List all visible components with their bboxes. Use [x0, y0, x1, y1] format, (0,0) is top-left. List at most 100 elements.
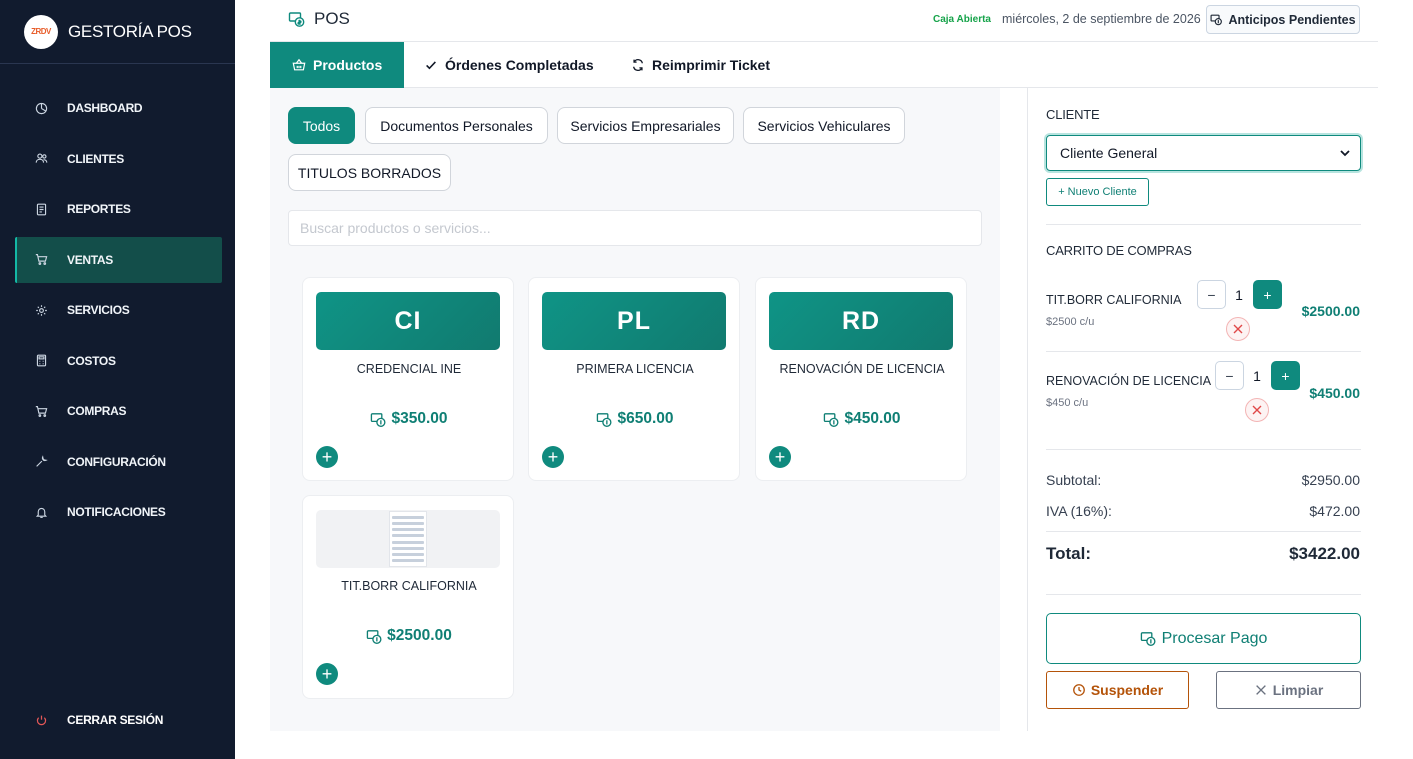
clear-button[interactable]: Limpiar [1216, 671, 1361, 709]
divider [1046, 351, 1361, 352]
sidebar-item-compras[interactable]: COMPRAS [15, 388, 222, 434]
qty-value: 1 [1253, 368, 1261, 384]
divider [1046, 449, 1361, 450]
product-price-text: $450.00 [844, 410, 901, 427]
brand-logo: ZRDV [24, 14, 58, 49]
filter-titulos-borrados[interactable]: TITULOS BORRADOS [288, 154, 451, 191]
cart-item-unit-price: $2500 c/u [1046, 316, 1095, 328]
filter-todos[interactable]: Todos [288, 107, 355, 144]
status-badge: Caja Abierta [933, 14, 991, 25]
tab-label: Reimprimir Ticket [652, 57, 771, 73]
products-pane: Todos Documentos Personales Servicios Em… [270, 88, 1000, 731]
qty-value: 1 [1235, 287, 1243, 303]
product-card[interactable]: RD RENOVACIÓN DE LICENCIA $450.00 + [755, 277, 967, 481]
brand[interactable]: ZRDV GESTORÍA POS [0, 0, 235, 64]
search-input[interactable]: Buscar productos o servicios... [288, 210, 982, 246]
client-label: CLIENTE [1046, 107, 1100, 122]
add-to-cart-button[interactable]: + [316, 663, 338, 685]
product-name: RENOVACIÓN DE LICENCIA [779, 362, 945, 376]
tab-label: Órdenes Completadas [445, 57, 594, 73]
product-code: RD [769, 292, 953, 350]
anticipos-button[interactable]: Anticipos Pendientes [1206, 5, 1360, 34]
remove-item-button[interactable] [1226, 317, 1250, 341]
cart-item-name: RENOVACIÓN DE LICENCIA [1046, 374, 1212, 388]
qty-increase-button[interactable]: + [1271, 361, 1300, 390]
sidebar-item-configuracion[interactable]: CONFIGURACIÓN [15, 439, 222, 485]
sidebar-item-servicios[interactable]: SERVICIOS [15, 287, 222, 333]
money-icon [824, 412, 839, 427]
close-icon [1252, 405, 1262, 415]
money-icon [371, 412, 386, 427]
sidebar-item-label: NOTIFICACIONES [67, 505, 166, 519]
qty-decrease-button[interactable]: − [1215, 361, 1244, 390]
sidebar-item-label: CLIENTES [67, 151, 124, 166]
logout-button[interactable]: CERRAR SESIÓN [15, 697, 222, 743]
basket-icon [292, 58, 306, 71]
add-to-cart-button[interactable]: + [542, 446, 564, 468]
product-card[interactable]: PL PRIMERA LICENCIA $650.00 + [528, 277, 740, 481]
sidebar-item-ventas[interactable]: VENTAS [15, 236, 222, 283]
filter-servicios-empresariales[interactable]: Servicios Empresariales [557, 107, 734, 144]
money-icon [1140, 632, 1156, 646]
calculator-icon [33, 353, 49, 369]
sidebar-item-dashboard[interactable]: DASHBOARD [15, 85, 222, 131]
tab-reimprimir-ticket[interactable]: Reimprimir Ticket [631, 42, 770, 88]
clear-label: Limpiar [1272, 682, 1324, 698]
tab-productos[interactable]: Productos [270, 42, 405, 88]
qty-decrease-button[interactable]: − [1197, 280, 1226, 309]
suspend-label: Suspender [1090, 682, 1164, 698]
tab-bar: Productos Órdenes Completadas Reimprimir… [270, 42, 1378, 88]
qty-increase-button[interactable]: + [1253, 280, 1282, 309]
document-thumbnail [389, 511, 427, 567]
cart-label: CARRITO DE COMPRAS [1046, 243, 1192, 258]
sidebar-item-label: REPORTES [67, 202, 131, 216]
iva-label: IVA (16%): [1046, 503, 1112, 519]
remove-item-button[interactable] [1245, 398, 1269, 422]
product-price-text: $2500.00 [387, 627, 452, 644]
logout-label: CERRAR SESIÓN [67, 713, 164, 727]
product-price: $2500.00 [303, 627, 515, 645]
brand-name: GESTORÍA POS [68, 21, 192, 41]
dashboard-icon [33, 100, 49, 116]
sidebar-item-label: COMPRAS [67, 404, 127, 418]
money-icon [288, 12, 305, 27]
cart-icon [33, 252, 49, 268]
client-select[interactable]: Cliente General [1046, 135, 1361, 171]
suspend-button[interactable]: Suspender [1046, 671, 1189, 709]
product-name: TIT.BORR CALIFORNIA [341, 579, 477, 593]
sidebar-nav: DASHBOARD CLIENTES REPORTES VENTAS SERVI… [0, 85, 235, 540]
sidebar-item-label: CONFIGURACIÓN [67, 454, 166, 469]
product-code: CI [316, 292, 500, 350]
gear-icon [33, 302, 49, 318]
topbar: POS Caja Abierta miércoles, 2 de septiem… [270, 0, 1378, 42]
sidebar-item-label: SERVICIOS [67, 303, 130, 317]
product-card[interactable]: CI CREDENCIAL INE $350.00 + [302, 277, 514, 481]
product-card[interactable]: TIT.BORR CALIFORNIA $2500.00 + [302, 495, 514, 699]
page-title: POS [288, 9, 350, 29]
add-to-cart-button[interactable]: + [769, 446, 791, 468]
sidebar-item-clientes[interactable]: CLIENTES [15, 136, 222, 182]
cart-item-name: TIT.BORR CALIFORNIA [1046, 293, 1182, 307]
filter-documentos-personales[interactable]: Documentos Personales [365, 107, 548, 144]
add-to-cart-button[interactable]: + [316, 446, 338, 468]
power-icon [33, 712, 49, 728]
new-client-button[interactable]: + Nuevo Cliente [1046, 178, 1149, 206]
sidebar-item-reportes[interactable]: REPORTES [15, 186, 222, 232]
sidebar-item-costos[interactable]: COSTOS [15, 338, 222, 384]
product-price-text: $650.00 [617, 410, 674, 427]
clock-icon [1072, 684, 1085, 696]
cart-item-total: $450.00 [1309, 385, 1360, 401]
refresh-icon [632, 59, 644, 71]
cart-pane: CLIENTE Cliente General + Nuevo Cliente … [1027, 88, 1378, 731]
sidebar-item-notificaciones[interactable]: NOTIFICACIONES [15, 489, 222, 535]
sidebar-item-label: COSTOS [67, 353, 116, 368]
product-image [316, 510, 500, 568]
tab-ordenes-completadas[interactable]: Órdenes Completadas [424, 42, 594, 88]
tab-label: Productos [313, 57, 383, 73]
process-payment-button[interactable]: Procesar Pago [1046, 613, 1361, 664]
filter-servicios-vehiculares[interactable]: Servicios Vehiculares [743, 107, 905, 144]
product-name: CREDENCIAL INE [356, 362, 462, 376]
iva-value: $472.00 [1309, 503, 1360, 519]
divider [1046, 224, 1361, 225]
users-icon [33, 151, 49, 167]
